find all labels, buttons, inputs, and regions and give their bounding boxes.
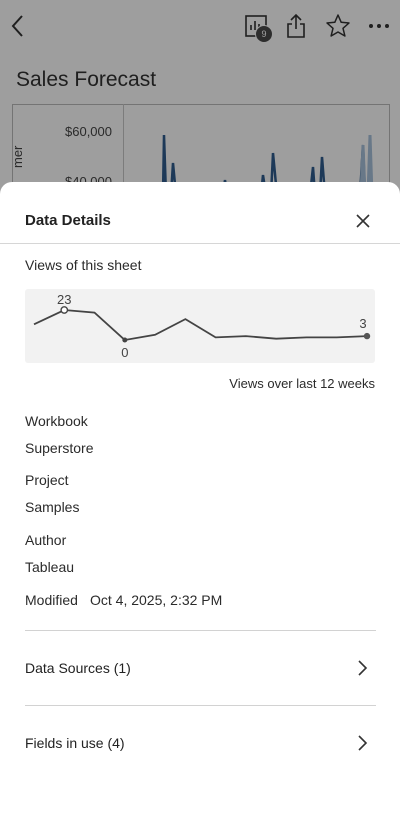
close-button[interactable] xyxy=(350,208,376,234)
sparkline-max-label: 23 xyxy=(57,292,71,307)
views-sparkline: 23 0 3 xyxy=(25,289,375,363)
sparkline-last-label: 3 xyxy=(359,316,366,331)
workbook-value: Superstore xyxy=(25,440,94,456)
chevron-right-icon xyxy=(358,735,368,751)
sparkline-last-point xyxy=(363,332,371,340)
sparkline-caption: Views over last 12 weeks xyxy=(229,376,375,391)
sparkline-min-label: 0 xyxy=(121,345,128,360)
modified-value: Oct 4, 2025, 2:32 PM xyxy=(90,592,223,608)
data-sources-row[interactable]: Data Sources (1) xyxy=(0,641,400,697)
sparkline-min-point xyxy=(122,337,128,343)
divider xyxy=(25,705,376,706)
author-label: Author xyxy=(25,532,67,548)
data-sources-label: Data Sources (1) xyxy=(25,660,131,676)
project-value: Samples xyxy=(25,499,80,515)
views-label: Views of this sheet xyxy=(25,257,142,273)
modified-label: Modified xyxy=(25,592,78,608)
author-value: Tableau xyxy=(25,559,75,575)
project-label: Project xyxy=(25,472,69,488)
sparkline-max-point xyxy=(60,306,69,314)
fields-in-use-row[interactable]: Fields in use (4) xyxy=(0,716,400,772)
close-icon xyxy=(356,214,370,228)
sheet-title: Data Details xyxy=(25,212,111,229)
sparkline-svg: 23 0 3 xyxy=(33,292,371,360)
workbook-label: Workbook xyxy=(25,413,88,429)
divider xyxy=(25,630,376,631)
sheet-header: Data Details xyxy=(0,182,400,244)
fields-in-use-label: Fields in use (4) xyxy=(25,735,125,751)
sparkline-line xyxy=(33,309,368,341)
data-details-sheet: Data Details Views of this sheet 23 0 3 … xyxy=(0,182,400,821)
chevron-right-icon xyxy=(358,660,368,676)
